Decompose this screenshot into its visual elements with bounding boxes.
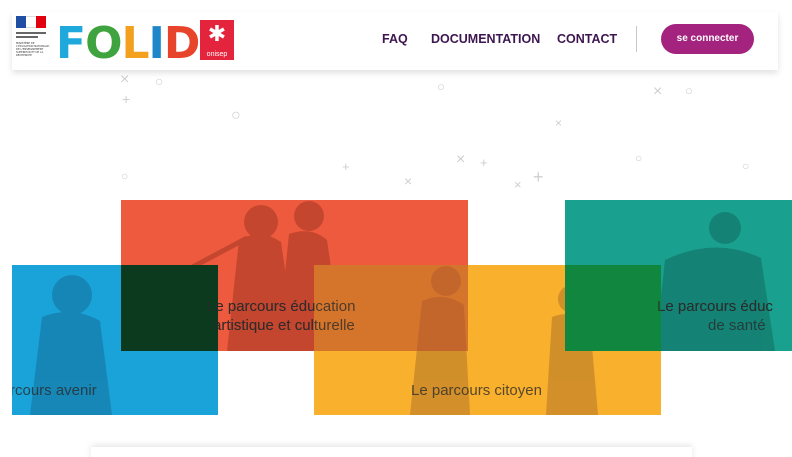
decor-ring: ○ [742, 159, 750, 173]
content-card [91, 447, 692, 457]
tile-label-line: Le parcours éducation [207, 298, 356, 315]
decor-plus: + [122, 91, 131, 107]
nav-contact[interactable]: CONTACT [557, 32, 617, 46]
tile-overlap-green [565, 265, 661, 351]
onisep-label: onisep [206, 51, 228, 58]
onisep-logo[interactable]: ✱ onisep [200, 20, 234, 60]
decor-plus: + [533, 167, 544, 187]
decor-cross: × [456, 151, 466, 168]
decor-ring: ○ [231, 107, 241, 124]
tile-label-line: Le parcours éduc [657, 298, 773, 315]
decor-plus: + [342, 159, 350, 174]
logo-letter: I [148, 18, 165, 69]
logo-letter: F [56, 18, 86, 69]
logo-rule [16, 36, 38, 38]
decor-ring: ○ [121, 169, 129, 183]
decor-cross: × [555, 116, 563, 130]
french-flag-icon [16, 16, 46, 28]
decor-cross: × [514, 177, 522, 192]
decor-ring: ○ [685, 83, 693, 98]
onisep-star-icon: ✱ [207, 21, 227, 46]
decor-plus: + [480, 155, 488, 170]
tile-label: rcours avenir [12, 382, 97, 399]
decor-cross: × [653, 83, 663, 100]
decor-cross: × [120, 71, 130, 88]
tile-label-line: de santé [708, 317, 766, 334]
nav-divider [636, 26, 637, 52]
republique-francaise-logo[interactable]: Ministère de l'Éducation Nationale, de l… [16, 16, 56, 68]
logo-rule [16, 32, 46, 34]
nav-documentation[interactable]: DOCUMENTATION [431, 32, 540, 46]
tile-label: Le parcours citoyen [411, 382, 542, 399]
decor-ring: ○ [155, 73, 164, 89]
tile-label-line: artistique et culturelle [213, 317, 355, 334]
nav-faq[interactable]: FAQ [382, 32, 408, 46]
decor-cross: × [404, 173, 413, 189]
decor-ring: ○ [437, 79, 445, 94]
site-header: Ministère de l'Éducation Nationale, de l… [12, 12, 778, 70]
tile-overlap-dark [121, 265, 218, 351]
ministry-text: Ministère de l'Éducation Nationale, de l… [16, 42, 50, 58]
logo-letter: O [85, 18, 122, 69]
login-button[interactable]: se connecter [661, 24, 754, 54]
decor-ring: ○ [635, 151, 643, 165]
logo-letter: L [121, 18, 149, 69]
logo-letter: D [163, 18, 201, 69]
